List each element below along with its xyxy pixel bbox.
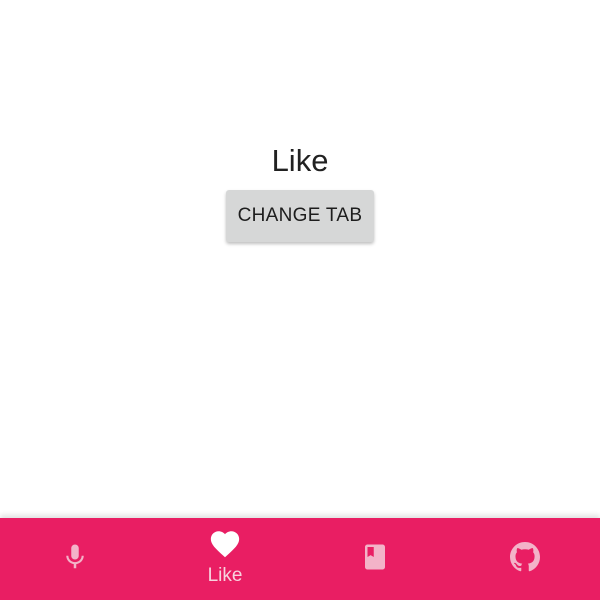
nav-item-mic[interactable] [0, 518, 150, 600]
nav-item-book[interactable] [300, 518, 450, 600]
nav-item-like[interactable]: Like [150, 518, 300, 600]
app-screen: Like CHANGE TAB Like [0, 0, 600, 600]
github-icon [510, 542, 540, 572]
book-icon [360, 542, 390, 572]
bottom-navigation: Like [0, 518, 600, 600]
nav-item-github[interactable] [450, 518, 600, 600]
nav-item-label: Like [207, 565, 243, 586]
heart-icon [208, 527, 242, 561]
main-content: Like CHANGE TAB [0, 0, 600, 518]
mic-icon [60, 542, 90, 572]
change-tab-button[interactable]: CHANGE TAB [226, 190, 374, 242]
page-title: Like [271, 143, 329, 178]
